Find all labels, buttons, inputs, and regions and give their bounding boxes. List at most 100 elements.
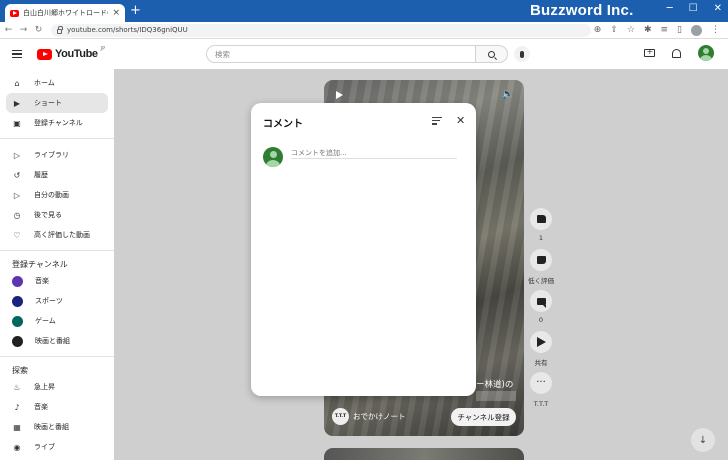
browser-tab[interactable]: 白山白川郷ホワイトロード(白山ス × [5,4,125,22]
browser-toolbar-icons: ⊕ ⇪ ☆ ✱ ≡ ▯ ⋮ [594,24,720,36]
like-count: 1 [538,234,544,242]
forward-icon[interactable]: → [17,25,30,35]
short-actions: 1 低く評価 0 共有 ··· T.T.T [527,208,555,415]
sidebar-item-liked-videos[interactable]: ♡ 高く評価した動画 [6,225,108,245]
sidebar-item-label: 音楽 [35,277,49,285]
history-icon: ↺ [13,170,21,180]
next-short-button[interactable]: ↓ [691,428,715,452]
comments-title: コメント [263,119,303,130]
microphone-icon [520,50,524,58]
like-button[interactable] [530,208,552,230]
minimize-button[interactable]: ─ [667,3,673,14]
channel-avatar [12,335,23,347]
thumbs-up-icon [536,215,546,223]
arrow-down-icon: ↓ [698,434,708,446]
tab-search-icon[interactable]: ≡ [661,25,669,35]
next-short-preview[interactable] [324,448,524,460]
volume-icon[interactable]: 🔈 [502,89,514,100]
sort-icon[interactable] [432,117,442,125]
url-text: youtube.com/shorts/IDQ36gniQUU [67,26,188,34]
sidebar-item-music[interactable]: ♪ 音楽 [6,397,108,417]
reload-icon[interactable]: ↻ [32,25,45,35]
watch-later-icon: ◷ [13,210,21,220]
sidebar-item-label: ホーム [34,79,55,87]
shorts-icon: ▶ [13,98,21,108]
sidebar-item-live[interactable]: ◉ ライブ [6,437,108,457]
dislike-button[interactable] [530,249,552,271]
explore-heading: 探索 [12,365,28,375]
comments-button[interactable] [530,290,552,312]
window-controls: ─ ☐ ✕ [667,3,722,14]
share-arrow-icon [536,337,546,347]
short-channel-row[interactable]: T.T.T おでかけノート [332,408,406,425]
sidebar-item-label: 後で見る [34,211,62,219]
sidebar-divider [0,138,114,139]
sidebar-divider [0,356,114,357]
comment-icon [536,297,546,308]
browser-menu-icon[interactable]: ⋮ [711,25,720,35]
movies-icon: ▦ [13,422,21,432]
youtube-logo[interactable]: YouTube JP [37,46,106,60]
sidebar-item-your-videos[interactable]: ▷ 自分の動画 [6,185,108,205]
sidebar-item-home[interactable]: ⌂ ホーム [6,73,108,93]
sidebar-channel-gaming[interactable]: ゲーム [6,311,108,331]
sidebar-item-label: ライブ [34,443,55,451]
channel-short-label[interactable]: T.T.T [534,400,549,408]
account-avatar[interactable] [698,45,714,61]
sidebar-item-watch-later[interactable]: ◷ 後で見る [6,205,108,225]
channel-avatar [12,315,23,327]
sidebar-item-movies[interactable]: ▦ 映画と番組 [6,417,108,437]
sidebar-item-label: 登録チャンネル [34,119,83,127]
sidebar-item-history[interactable]: ↺ 履歴 [6,165,108,185]
search-button[interactable] [476,45,508,63]
dislike-label: 低く評価 [528,277,554,285]
sidebar-item-library[interactable]: ▷ ライブラリ [6,145,108,165]
sidebar-channel-music[interactable]: 音楽 [6,271,108,291]
sidebar-channel-movies[interactable]: 映画と番組 [6,331,108,351]
play-icon[interactable] [336,91,343,99]
sidepanel-icon[interactable]: ▯ [677,25,682,35]
music-icon: ♪ [14,402,20,412]
url-field[interactable]: youtube.com/shorts/IDQ36gniQUU [51,23,591,37]
youtube-region-label: JP [100,46,106,52]
sidebar-item-shorts[interactable]: ▶ ショート [6,93,108,113]
subscriptions-icon: ▣ [13,118,21,128]
sidebar-item-label: 急上昇 [34,383,55,391]
channel-avatar [12,295,23,307]
bookmark-star-icon[interactable]: ☆ [627,25,635,35]
tab-close-button[interactable]: × [112,8,120,18]
sidebar-channel-sports[interactable]: スポーツ [6,291,108,311]
menu-icon[interactable] [12,49,22,59]
share-button[interactable] [530,331,552,353]
liked-videos-icon: ♡ [13,230,21,240]
install-app-icon[interactable]: ⊕ [594,25,602,35]
back-icon[interactable]: ← [2,25,15,35]
voice-search-button[interactable] [514,46,530,62]
close-icon[interactable]: ✕ [456,114,465,127]
sidebar-item-label: ゲーム [35,317,56,325]
extensions-icon[interactable]: ✱ [644,25,652,35]
sidebar-item-label: ライブラリ [34,151,69,159]
window-close-button[interactable]: ✕ [714,3,722,14]
trending-icon: ♨ [13,382,21,392]
lock-icon [57,25,63,34]
create-video-icon[interactable] [644,47,655,57]
thumbs-down-icon [536,256,546,264]
library-icon: ▷ [13,150,21,160]
notifications-bell-icon[interactable] [672,48,681,58]
subscribe-button[interactable]: チャンネル登録 [451,408,516,426]
search-icon [488,50,495,58]
sidebar-item-subscriptions[interactable]: ▣ 登録チャンネル [6,113,108,133]
sidebar-item-label: 映画と番組 [35,337,70,345]
new-tab-button[interactable]: + [130,4,141,18]
browser-profile-avatar[interactable] [691,24,702,36]
more-actions-button[interactable]: ··· [530,372,552,394]
search-input[interactable]: 検索 [206,45,476,63]
sidebar-item-trending[interactable]: ♨ 急上昇 [6,377,108,397]
maximize-button[interactable]: ☐ [689,3,698,14]
add-comment-input[interactable] [291,147,457,159]
sidebar-item-label: 音楽 [34,403,48,411]
youtube-logo-icon [37,48,52,60]
sidebar: ⌂ ホーム ▶ ショート ▣ 登録チャンネル ▷ ライブラリ ↺ 履歴 ▷ 自分… [0,69,114,460]
share-page-icon[interactable]: ⇪ [610,25,618,35]
